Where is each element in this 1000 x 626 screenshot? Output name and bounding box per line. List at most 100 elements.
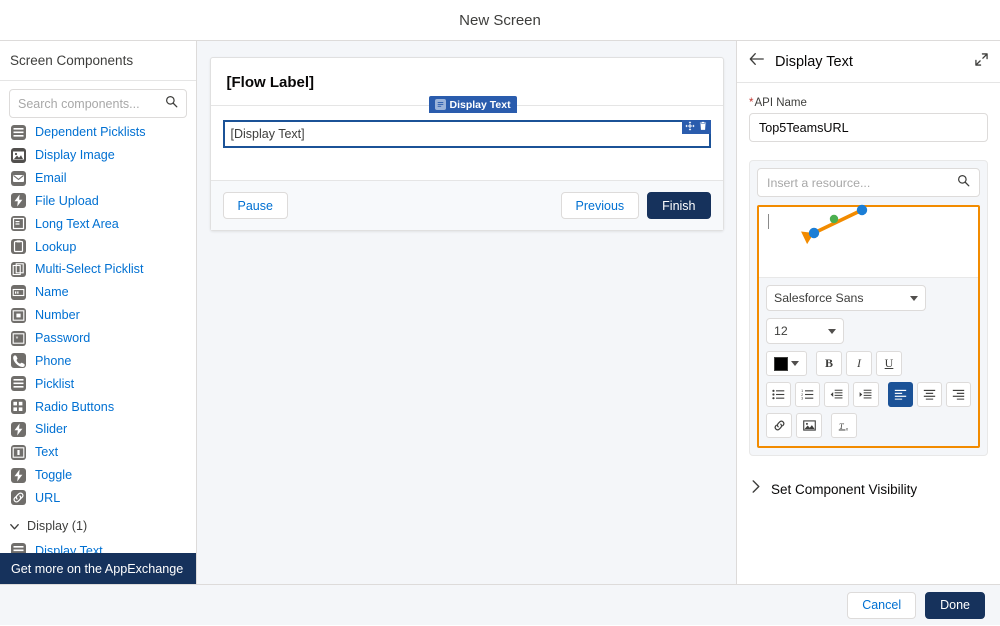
number-icon [11, 307, 26, 323]
font-family-select[interactable]: Salesforce Sans [766, 285, 926, 311]
component-item-multi-select-picklist[interactable]: Multi-Select Picklist [0, 258, 196, 281]
api-name-input[interactable]: Top5TeamsURL [749, 113, 988, 142]
flow-footer: Pause Previous Finish [210, 180, 723, 230]
component-item-name[interactable]: Name [0, 281, 196, 304]
top-bar: New Screen [0, 0, 1000, 41]
trash-icon[interactable] [698, 120, 708, 134]
panel-header: Display Text [737, 41, 1000, 83]
image-icon [11, 147, 26, 163]
search-components-input[interactable]: Search components... [9, 89, 187, 118]
component-item-radio-buttons[interactable]: Radio Buttons [0, 395, 196, 418]
component-handles [681, 120, 711, 134]
picklist-icon [11, 376, 26, 392]
flow-body: Display Text [Display Text] [211, 96, 723, 168]
search-placeholder: Search components... [18, 96, 140, 111]
underline-button[interactable]: U [876, 351, 902, 376]
component-item-label: Phone [35, 353, 72, 368]
component-item-label: File Upload [35, 193, 99, 208]
done-button[interactable]: Done [925, 591, 985, 619]
multiselect-icon [11, 261, 26, 277]
dialog-footer: Cancel Done [0, 584, 1000, 625]
expand-icon[interactable] [975, 52, 988, 71]
component-badge-label: Display Text [449, 98, 511, 111]
component-item-picklist[interactable]: Picklist [0, 372, 196, 395]
component-item-phone[interactable]: Phone [0, 349, 196, 372]
align-center-button[interactable] [916, 382, 942, 407]
component-item-label: Email [35, 171, 67, 186]
component-item-long-text-area[interactable]: Long Text Area [0, 212, 196, 235]
svg-text:*: * [16, 336, 19, 343]
toggle-icon [11, 467, 26, 483]
indent-button[interactable] [853, 382, 879, 407]
align-right-button[interactable] [945, 382, 971, 407]
bulleted-list-button[interactable] [766, 382, 792, 407]
cancel-button[interactable]: Cancel [847, 591, 917, 619]
textarea-icon [11, 216, 26, 232]
component-item-number[interactable]: Number [0, 304, 196, 327]
chevron-down-icon [791, 361, 799, 366]
insert-image-button[interactable] [796, 413, 822, 438]
lookup-icon [11, 239, 26, 255]
picklist-icon [11, 124, 26, 140]
component-item-label: Name [35, 285, 69, 300]
toolbar-row-insert: Tx [766, 413, 971, 438]
numbered-list-button[interactable]: 123 [795, 382, 821, 407]
component-item-email[interactable]: Email [0, 167, 196, 190]
link-icon [11, 490, 26, 506]
component-item-dependent-picklists[interactable]: Dependent Picklists [0, 121, 196, 144]
sidebar-header: Screen Components [0, 41, 196, 81]
upload-icon [11, 193, 26, 209]
chevron-down-icon [9, 521, 20, 532]
envelope-icon [11, 170, 26, 186]
component-item-label: Radio Buttons [35, 399, 115, 414]
panel-body: *API Name Top5TeamsURL Insert a resource… [737, 83, 1000, 584]
components-list[interactable]: Dependent Picklists Display Image Email Fil… [0, 120, 196, 584]
api-name-label-text: API Name [754, 97, 807, 109]
component-item-label: Long Text Area [35, 216, 119, 231]
selected-component[interactable]: [Display Text] [222, 120, 711, 148]
component-item-slider[interactable]: Slider [0, 418, 196, 441]
outdent-button[interactable] [824, 382, 850, 407]
editor-highlight-frame: Salesforce Sans 12 B I U 1 2 3 T x [757, 205, 980, 448]
remove-format-button[interactable]: Tx [831, 413, 857, 438]
finish-button[interactable]: Finish [647, 192, 711, 219]
insert-resource-placeholder: Insert a resource... [767, 175, 871, 190]
component-item-lookup[interactable]: Lookup [0, 235, 196, 258]
component-item-label: Display Image [35, 148, 115, 163]
component-item-url[interactable]: URL [0, 487, 196, 510]
text-color-swatch [774, 356, 788, 371]
pause-button[interactable]: Pause [222, 192, 288, 219]
arrow-left-icon[interactable] [749, 52, 765, 71]
font-size-select[interactable]: 12 [766, 318, 844, 344]
component-badge[interactable]: Display Text [428, 96, 517, 113]
link-button[interactable] [766, 413, 792, 438]
component-item-display-image[interactable]: Display Image [0, 144, 196, 167]
component-item-text[interactable]: Text [0, 441, 196, 464]
bold-button[interactable]: B [816, 351, 842, 376]
toolbar-row-format: B I U [766, 351, 971, 376]
appexchange-label: Get more on the AppExchange [11, 561, 184, 576]
screen-preview-canvas: [Flow Label] Display Text [Display Text] [197, 41, 736, 584]
align-left-button[interactable] [887, 382, 913, 407]
set-component-visibility-section[interactable]: Set Component Visibility [749, 470, 988, 508]
display-text-icon [434, 99, 446, 110]
radio-icon [11, 399, 26, 415]
component-item-label: Number [35, 308, 80, 323]
component-item-password[interactable]: * Password [0, 327, 196, 350]
component-item-toggle[interactable]: Toggle [0, 464, 196, 487]
appexchange-link[interactable]: Get more on the AppExchange [0, 553, 196, 584]
component-group-display[interactable]: Display (1) [0, 513, 196, 539]
text-color-button[interactable] [766, 351, 807, 376]
api-name-label: *API Name [749, 97, 988, 109]
editor-text-area[interactable] [759, 207, 978, 278]
page-title: New Screen [459, 11, 541, 29]
insert-resource-input[interactable]: Insert a resource... [757, 168, 980, 197]
italic-button[interactable]: I [846, 351, 872, 376]
component-item-label: Lookup [35, 239, 77, 254]
component-item-file-upload[interactable]: File Upload [0, 190, 196, 213]
component-group-label: Display (1) [27, 519, 88, 534]
previous-button[interactable]: Previous [560, 192, 640, 219]
search-wrapper: Search components... [0, 81, 196, 120]
move-icon[interactable] [684, 120, 695, 134]
component-item-label: Slider [35, 422, 68, 437]
